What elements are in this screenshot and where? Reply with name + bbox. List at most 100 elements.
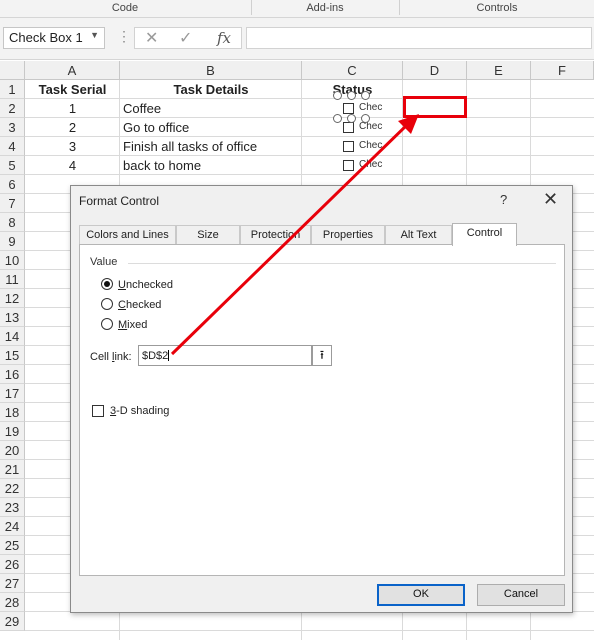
row-header[interactable]: 11 <box>0 270 25 289</box>
ok-button[interactable]: OK <box>377 584 465 606</box>
cell-a2[interactable]: 1 <box>25 99 120 118</box>
radio-mixed[interactable] <box>101 318 113 330</box>
dialog-title: Format Control <box>79 194 160 208</box>
tab-protection[interactable]: Protection <box>240 225 311 245</box>
name-box[interactable]: Check Box 1 ▼ <box>3 27 105 49</box>
cell-b5[interactable]: back to home <box>123 156 301 175</box>
column-header-a[interactable]: A <box>25 61 120 80</box>
row-header[interactable]: 20 <box>0 441 25 460</box>
tab-control[interactable]: Control <box>452 223 517 246</box>
name-box-value: Check Box 1 <box>9 30 83 45</box>
group-divider <box>128 263 556 264</box>
row-header[interactable]: 24 <box>0 517 25 536</box>
checkbox-label: Chec <box>359 140 383 151</box>
row-header[interactable]: 17 <box>0 384 25 403</box>
cell-a1[interactable]: Task Serial <box>25 80 120 99</box>
task-checkbox[interactable] <box>343 122 354 133</box>
radio-selected-dot <box>104 281 110 287</box>
row-header[interactable]: 25 <box>0 536 25 555</box>
formula-input[interactable] <box>246 27 592 49</box>
row-header[interactable]: 12 <box>0 289 25 308</box>
radio-unchecked-label[interactable]: Unchecked <box>118 279 173 291</box>
task-checkbox[interactable] <box>343 160 354 171</box>
checkbox-label: Chec <box>359 121 383 132</box>
resize-handle[interactable] <box>333 114 342 123</box>
column-header-f[interactable]: F <box>531 61 594 80</box>
row-header[interactable]: 13 <box>0 308 25 327</box>
formula-bar: Check Box 1 ▼ ⋮ ✕ ✓ fx <box>0 18 594 60</box>
select-all-corner[interactable] <box>0 61 25 80</box>
cell-link-input[interactable]: $D$2 <box>138 345 312 366</box>
row-header[interactable]: 28 <box>0 593 25 612</box>
highlighted-cell-d2[interactable] <box>403 96 467 118</box>
column-header-d[interactable]: D <box>403 61 467 80</box>
radio-checked-label[interactable]: Checked <box>118 299 161 311</box>
cell-link-label: Cell link: <box>90 351 132 363</box>
row-header[interactable]: 26 <box>0 555 25 574</box>
row-header[interactable]: 21 <box>0 460 25 479</box>
resize-handle[interactable] <box>361 114 370 123</box>
row-header[interactable]: 4 <box>0 137 25 156</box>
cancel-button[interactable]: Cancel <box>477 584 565 606</box>
chevron-down-icon[interactable]: ▼ <box>90 30 99 40</box>
check-icon[interactable]: ✓ <box>179 28 192 48</box>
checkbox-label: Chec <box>359 102 383 113</box>
radio-unchecked[interactable] <box>101 278 113 290</box>
cell-a5[interactable]: 4 <box>25 156 120 175</box>
tab-alt-text[interactable]: Alt Text <box>385 225 452 245</box>
cell-b3[interactable]: Go to office <box>123 118 301 137</box>
shading-label[interactable]: 3-D shading <box>110 405 169 417</box>
row-header[interactable]: 29 <box>0 612 25 631</box>
column-header-c[interactable]: C <box>302 61 403 80</box>
row-header[interactable]: 14 <box>0 327 25 346</box>
tab-size[interactable]: Size <box>176 225 240 245</box>
row-header[interactable]: 10 <box>0 251 25 270</box>
radio-checked[interactable] <box>101 298 113 310</box>
row-header[interactable]: 3 <box>0 118 25 137</box>
row-header[interactable]: 22 <box>0 479 25 498</box>
format-control-dialog: Format Control ? ✕ Colors and Lines Size… <box>70 185 573 613</box>
row-header[interactable]: 5 <box>0 156 25 175</box>
row-header[interactable]: 16 <box>0 365 25 384</box>
row-gridline <box>25 630 594 631</box>
tab-colors-and-lines[interactable]: Colors and Lines <box>79 225 176 245</box>
cell-b4[interactable]: Finish all tasks of office <box>123 137 301 156</box>
row-header[interactable]: 27 <box>0 574 25 593</box>
row-header[interactable]: 18 <box>0 403 25 422</box>
ribbon-group-strip: Code Add-ins Controls <box>0 0 594 18</box>
row-header[interactable]: 9 <box>0 232 25 251</box>
x-icon[interactable]: ✕ <box>145 28 158 48</box>
row-header[interactable]: 2 <box>0 99 25 118</box>
resize-handle[interactable] <box>361 91 370 100</box>
row-header[interactable]: 7 <box>0 194 25 213</box>
checkbox-label: Chec <box>359 159 383 170</box>
task-checkbox[interactable] <box>343 103 354 114</box>
cell-b1[interactable]: Task Details <box>120 80 302 99</box>
row-header[interactable]: 8 <box>0 213 25 232</box>
tab-bar: Colors and Lines Size Protection Propert… <box>79 223 567 246</box>
value-group-label: Value <box>90 256 118 268</box>
resize-handle[interactable] <box>333 91 342 100</box>
row-header[interactable]: 15 <box>0 346 25 365</box>
column-header-e[interactable]: E <box>467 61 531 80</box>
row-header[interactable]: 19 <box>0 422 25 441</box>
resize-handle[interactable] <box>347 91 356 100</box>
drag-handle-icon[interactable]: ⋮ <box>117 28 131 45</box>
row-header[interactable]: 6 <box>0 175 25 194</box>
fx-icon[interactable]: fx <box>217 29 231 47</box>
cell-b2[interactable]: Coffee <box>123 99 301 118</box>
shading-checkbox[interactable] <box>92 405 104 417</box>
cell-a4[interactable]: 3 <box>25 137 120 156</box>
row-header[interactable]: 23 <box>0 498 25 517</box>
help-icon[interactable]: ? <box>500 192 507 207</box>
resize-handle[interactable] <box>347 114 356 123</box>
cell-a3[interactable]: 2 <box>25 118 120 137</box>
collapse-dialog-icon[interactable]: ⭱ <box>312 345 332 366</box>
radio-mixed-label[interactable]: Mixed <box>118 319 147 331</box>
formula-buttons: ✕ ✓ fx <box>134 27 242 49</box>
close-icon[interactable]: ✕ <box>543 189 558 210</box>
column-header-b[interactable]: B <box>120 61 302 80</box>
row-header[interactable]: 1 <box>0 80 25 99</box>
task-checkbox[interactable] <box>343 141 354 152</box>
tab-properties[interactable]: Properties <box>311 225 385 245</box>
